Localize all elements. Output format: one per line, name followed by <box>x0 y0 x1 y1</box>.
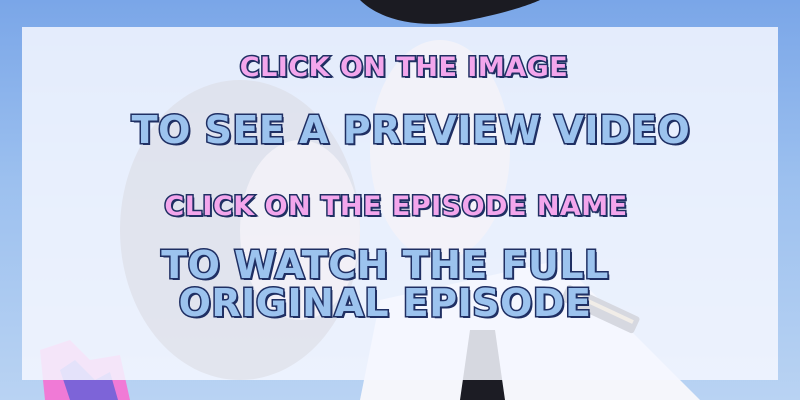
instruction-line-click-episode-name: CLICK ON THE EPISODE NAME <box>163 190 629 224</box>
instruction-line-watch-full-episode: TO WATCH THE FULL ORIGINAL EPISODE <box>0 243 800 325</box>
instruction-line-watch-full: TO WATCH THE FULL <box>160 243 610 287</box>
instruction-line-click-image: CLICK ON THE IMAGE <box>238 51 569 85</box>
hair-shape <box>360 0 540 24</box>
instruction-line-preview-video: TO SEE A PREVIEW VIDEO <box>130 107 691 154</box>
instruction-line-original-episode: ORIGINAL EPISODE <box>177 281 592 325</box>
